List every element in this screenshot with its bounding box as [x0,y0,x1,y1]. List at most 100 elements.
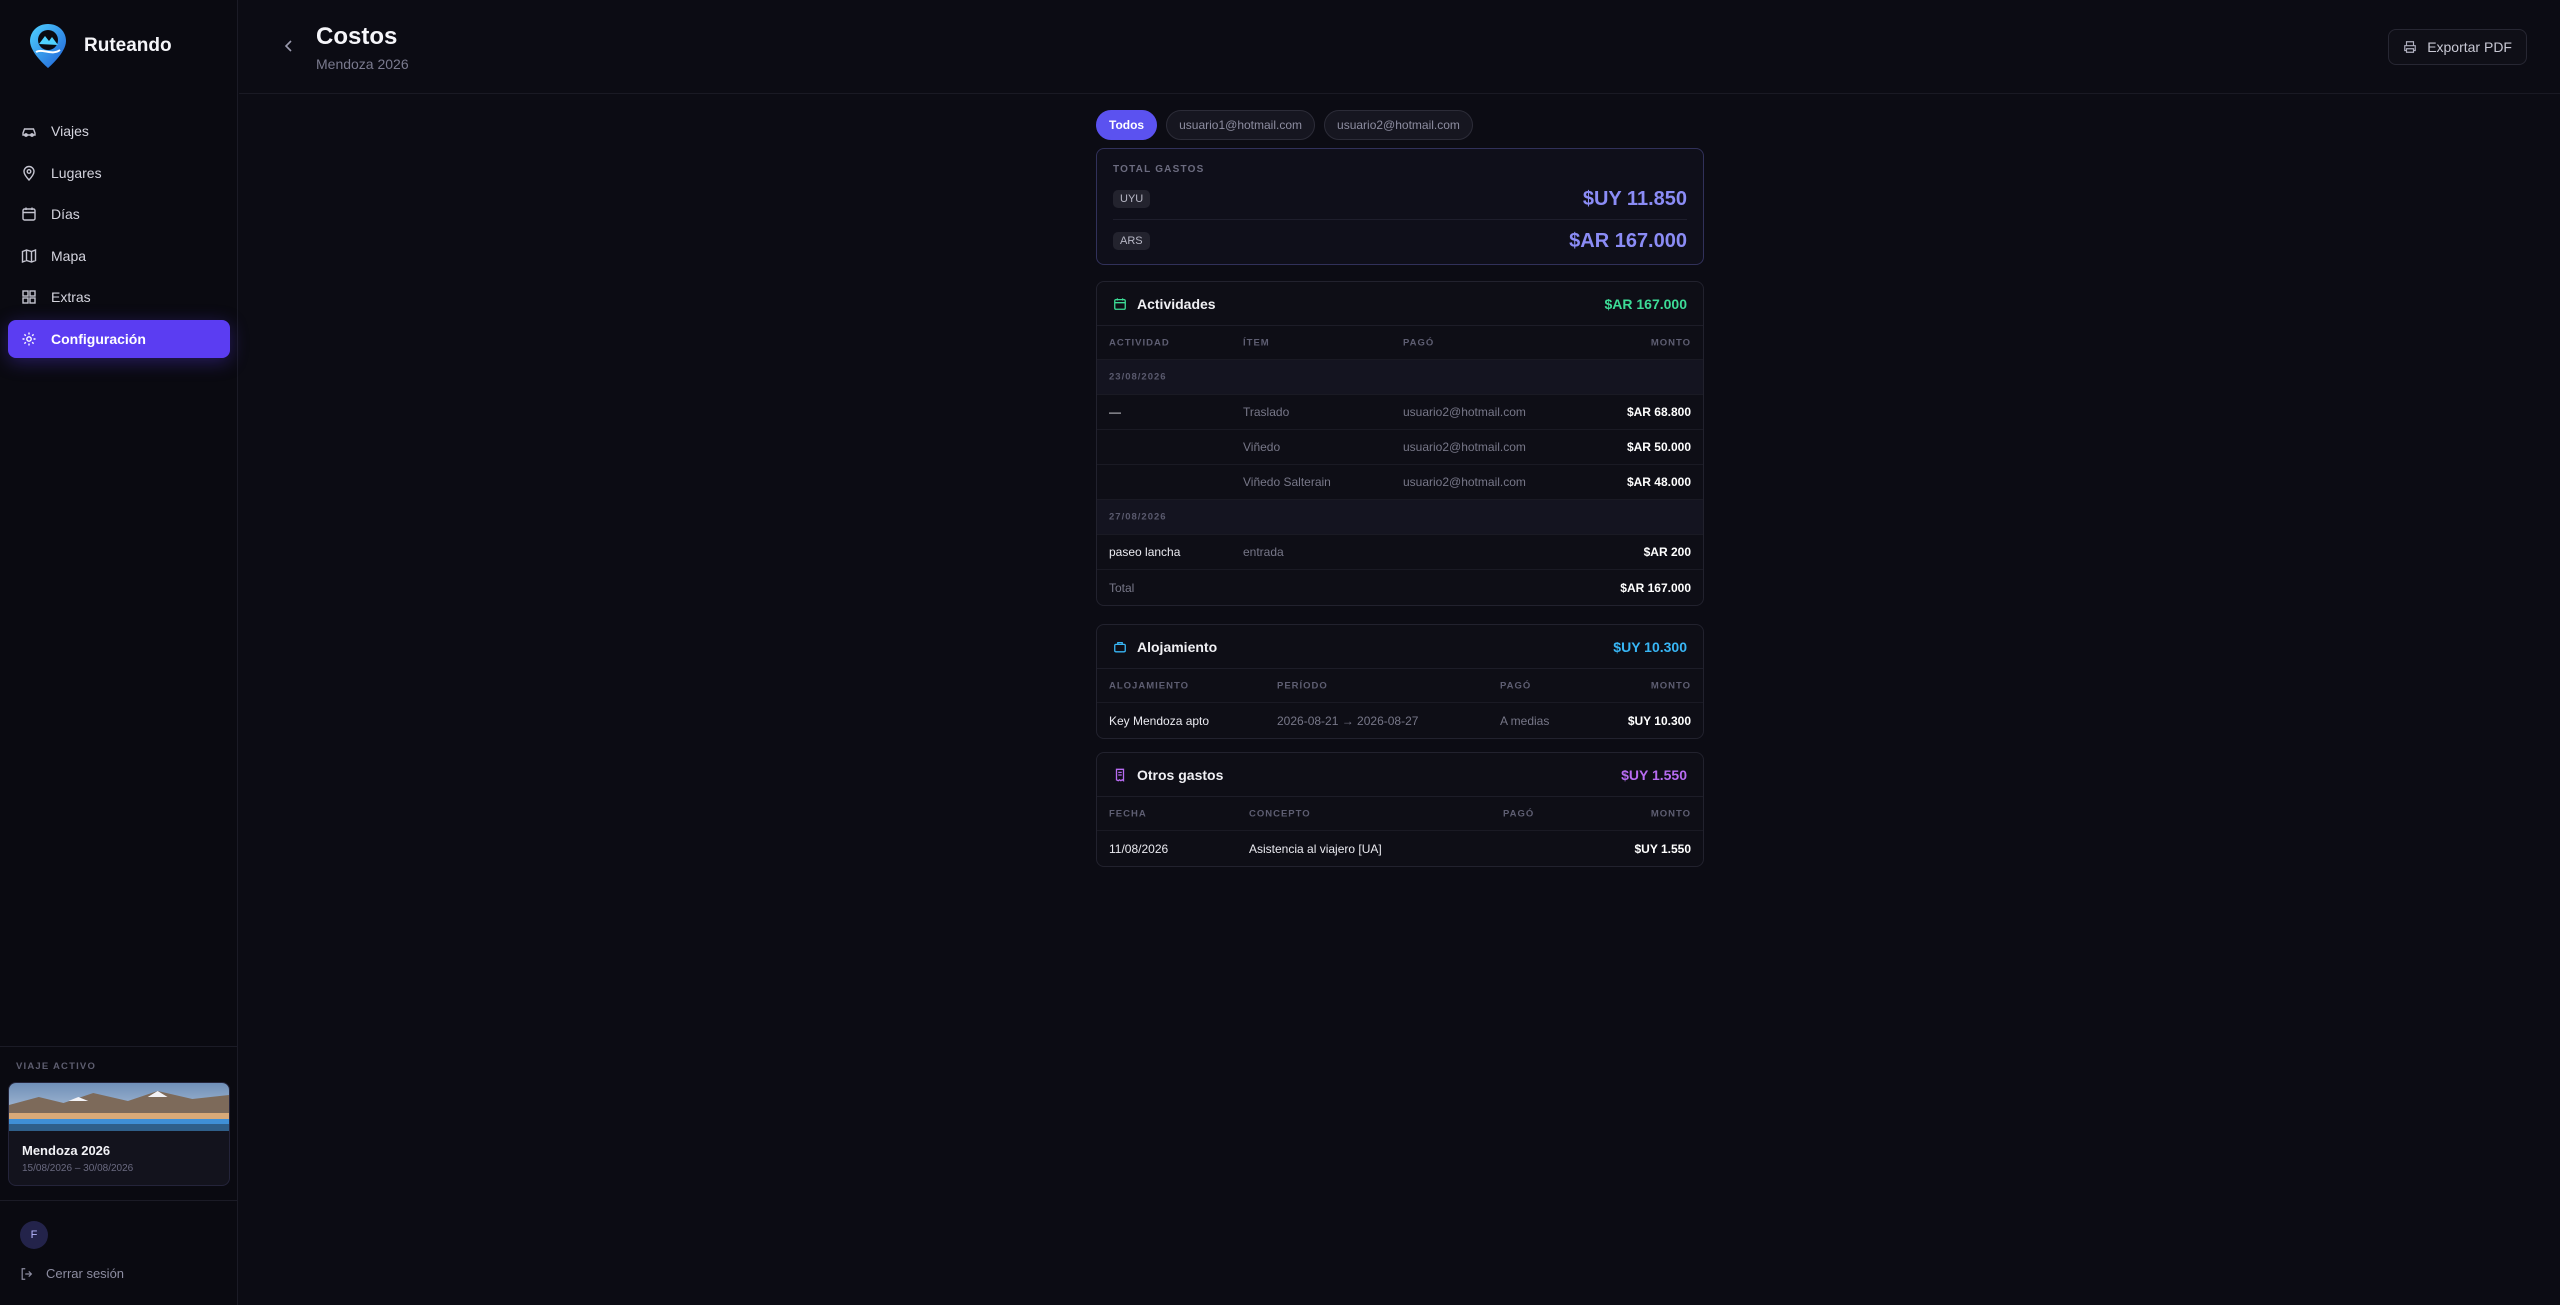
sidebar-nav: Viajes Lugares Días Mapa Extras Configur… [8,112,230,361]
sidebar-item-label: Mapa [51,247,87,264]
sidebar-item-label: Configuración [51,330,146,347]
lodging-name: Key Mendoza apto [1109,713,1210,728]
sidebar-item-label: Extras [51,289,91,305]
amount: $UY 10.300 [1627,713,1691,728]
group-date: 27/08/2026 [1109,511,1167,523]
receipt-icon [1115,768,1125,782]
sidebar-item-label: Lugares [51,164,102,181]
column-header: PAGÓ [1403,337,1435,348]
payer: usuario2@hotmail.com [1403,405,1526,419]
map-pin-icon [23,165,35,181]
column-header: PERÍODO [1277,680,1328,691]
currency-badge: ARS [1113,232,1150,250]
item-name: Viñedo Salterain [1243,475,1331,489]
divider [0,1046,238,1047]
grid-icon [22,290,36,304]
back-arrow-icon[interactable] [280,37,298,55]
sidebar-item-dias[interactable]: Días [8,195,230,233]
other-expenses-section: Otros gastos $UY 1.550 FECHA CONCEPTO PA… [1096,752,1704,867]
currency-badge: UYU [1113,190,1151,208]
section-total: $AR 167.000 [1604,295,1687,312]
expense-date: 11/08/2026 [1109,841,1169,856]
section-title: Otros gastos [1137,766,1224,783]
payer: usuario2@hotmail.com [1403,475,1526,489]
table-header: FECHA CONCEPTO PAGÓ MONTO [1097,797,1703,831]
expense-concept: Asistencia al viajero [UA] [1249,841,1382,856]
section-header: Alojamiento $UY 10.300 [1097,625,1703,669]
section-header: Actividades $AR 167.000 [1097,282,1703,326]
date-group-row: 27/08/2026 [1097,500,1703,535]
amount: $AR 200 [1643,545,1691,559]
filter-chip-todos[interactable]: Todos [1096,110,1158,140]
column-header: MONTO [1650,808,1691,819]
filter-chip-usuario1[interactable]: usuario1@hotmail.com [1166,110,1316,140]
logout-label: Cerrar sesión [46,1266,125,1281]
section-header: Otros gastos $UY 1.550 [1097,753,1703,797]
total-row: Total $AR 167.000 [1097,570,1703,605]
column-header: PAGÓ [1500,680,1532,691]
calendar-icon [1114,297,1126,310]
divider [1113,219,1687,220]
table-header: ALOJAMIENTO PERÍODO PAGÓ MONTO [1097,669,1703,703]
payer: A medias [1500,713,1550,728]
sidebar-item-label: Viajes [51,123,89,139]
filter-chip-usuario2[interactable]: usuario2@hotmail.com [1324,110,1473,140]
total-row-uyu: UYU $UY 11.850 [1113,179,1687,219]
activities-section: Actividades $AR 167.000 ACTIVIDAD ÍTEM P… [1096,281,1704,606]
section-total: $UY 10.300 [1613,638,1687,655]
costs-content: Todos usuario1@hotmail.com usuario2@hotm… [1096,110,1704,867]
briefcase-icon [1114,641,1126,652]
sidebar: Ruteando Viajes Lugares Días Mapa Extras… [0,0,238,1305]
total-row-ars: ARS $AR 167.000 [1113,221,1687,261]
sidebar-item-extras[interactable]: Extras [8,278,230,316]
group-date: 23/08/2026 [1109,371,1167,383]
amount: $AR 48.000 [1626,475,1691,489]
active-trip-card[interactable]: Mendoza 2026 15/08/2026 – 30/08/2026 [8,1082,230,1186]
total-value: $AR 167.000 [1569,229,1687,252]
item-name: Viñedo [1243,440,1281,454]
column-header: CONCEPTO [1249,808,1311,819]
avatar[interactable]: F [20,1221,48,1249]
sidebar-item-mapa[interactable]: Mapa [8,237,230,275]
activity-name: — [1109,405,1121,419]
payer-filter: Todos usuario1@hotmail.com usuario2@hotm… [1096,110,1704,140]
table-header: ACTIVIDAD ÍTEM PAGÓ MONTO [1097,326,1703,360]
table-row: Key Mendoza apto 2026-08-21 → 2026-08-27… [1097,703,1703,738]
amount: $AR 68.800 [1626,405,1691,419]
export-pdf-button[interactable]: Exportar PDF [2388,29,2527,65]
car-icon [22,128,36,137]
column-header: FECHA [1109,808,1147,819]
column-header: ACTIVIDAD [1109,337,1170,348]
total-amount: $AR 167.000 [1620,580,1691,595]
active-trip-label: VIAJE ACTIVO [16,1061,97,1072]
column-header: MONTO [1650,337,1691,348]
divider [0,1200,238,1201]
activity-name: paseo lancha [1109,545,1181,559]
logout-button[interactable]: Cerrar sesión [20,1266,124,1281]
brand[interactable]: Ruteando [28,22,172,70]
column-header: ALOJAMIENTO [1109,680,1189,691]
logout-icon [21,1267,33,1280]
page-header: Costos Mendoza 2026 Exportar PDF [239,0,2560,94]
section-title: Actividades [1137,295,1216,312]
section-title: Alojamiento [1137,638,1218,655]
trip-cover-image [9,1083,229,1131]
amount: $AR 50.000 [1626,440,1691,454]
column-header: ÍTEM [1243,337,1270,348]
logo-icon [30,24,66,68]
sidebar-item-label: Días [51,206,80,222]
table-row: Viñedo usuario2@hotmail.com $AR 50.000 [1097,430,1703,465]
export-pdf-label: Exportar PDF [2427,39,2512,55]
gear-icon [22,332,36,345]
sidebar-item-lugares[interactable]: Lugares [8,154,230,192]
printer-icon [2404,41,2417,53]
total-expenses-card: TOTAL GASTOS UYU $UY 11.850 ARS $AR 167.… [1096,148,1704,265]
table-row: — Traslado usuario2@hotmail.com $AR 68.8… [1097,395,1703,430]
map-icon [21,248,37,263]
page-subtitle: Mendoza 2026 [316,56,409,72]
sidebar-item-viajes[interactable]: Viajes [8,112,230,150]
app-name: Ruteando [84,35,172,56]
payer: usuario2@hotmail.com [1403,440,1526,454]
section-total: $UY 1.550 [1621,766,1687,783]
sidebar-item-configuracion[interactable]: Configuración [8,319,230,358]
